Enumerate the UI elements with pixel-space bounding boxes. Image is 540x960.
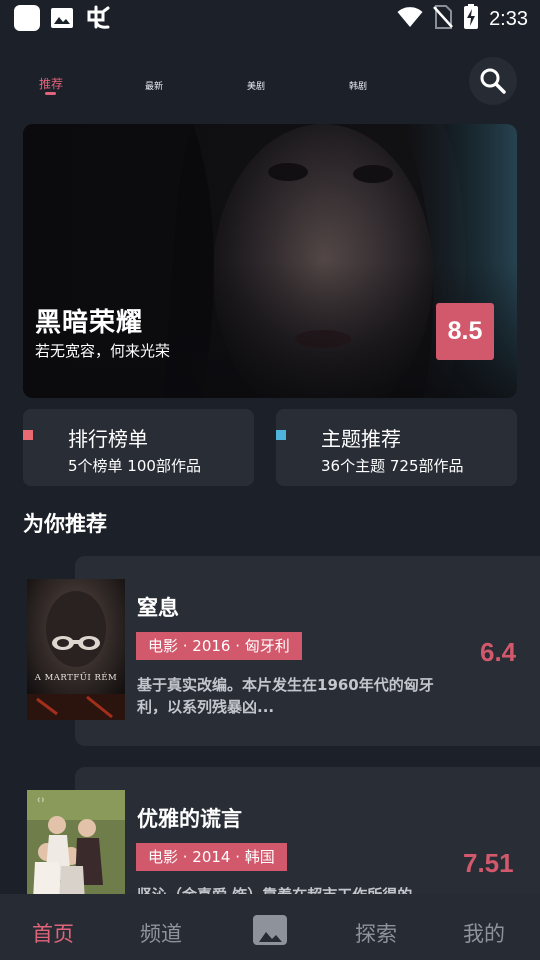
movie-description: 坚沁（金喜爱 饰）靠着在超市工作所得的 [137, 884, 457, 894]
tab-latest[interactable]: 最新 [145, 79, 163, 92]
status-bar: 2:33 [0, 0, 540, 36]
play-center-icon [253, 915, 287, 945]
ranking-title: 排行榜单 [68, 427, 148, 451]
movie-poster[interactable]: A MARTFŰI RÉM [27, 579, 125, 720]
ranking-marker [23, 430, 33, 440]
movie-poster[interactable]: 《 》 [27, 790, 125, 894]
theme-title: 主题推荐 [321, 427, 401, 451]
movie-title: 窒息 [137, 596, 179, 620]
image-icon [50, 7, 74, 29]
theme-subtitle: 36个主题 725部作品 [321, 457, 464, 475]
movie-tag: 电影 · 2016 · 匈牙利 [136, 632, 302, 660]
section-title: 为你推荐 [23, 512, 107, 536]
wifi-icon [397, 6, 423, 32]
theme-recommend-card[interactable]: 主题推荐 36个主题 725部作品 [276, 409, 517, 486]
svg-text:《 》: 《 》 [35, 798, 47, 804]
movie-description: 基于真实改编。本片发生在1960年代的匈牙利，以系列残暴凶... [137, 676, 434, 716]
no-sim-icon [433, 5, 453, 33]
app-square-icon [14, 5, 40, 31]
tab-active-indicator [45, 92, 56, 95]
nav-channel[interactable]: 频道 [140, 918, 182, 948]
bottom-navigation: 首页 频道 探索 我的 [0, 894, 540, 960]
play-center-button[interactable] [252, 914, 288, 948]
ranking-subtitle: 5个榜单 100部作品 [68, 457, 201, 475]
hero-score-badge: 8.5 [436, 303, 494, 360]
nav-explore[interactable]: 探索 [355, 918, 397, 948]
nav-home[interactable]: 首页 [32, 918, 74, 948]
search-button[interactable] [469, 57, 517, 105]
hero-subtitle: 若无宽容，何来光荣 [35, 342, 171, 360]
hero-banner[interactable]: 黑暗荣耀 若无宽容，何来光荣 8.5 [23, 124, 517, 398]
search-icon [480, 68, 506, 94]
ranking-list-card[interactable]: 排行榜单 5个榜单 100部作品 [23, 409, 254, 486]
theme-marker [276, 430, 286, 440]
movie-title: 优雅的谎言 [137, 807, 242, 831]
hero-title: 黑暗荣耀 [35, 308, 144, 338]
status-time: 2:33 [489, 7, 528, 30]
movie-score: 6.4 [480, 637, 517, 667]
battery-charging-icon [463, 4, 479, 34]
tab-us-drama[interactable]: 美剧 [247, 79, 265, 92]
tab-korean-drama[interactable]: 韩剧 [349, 79, 367, 92]
movie-score: 7.51 [463, 848, 514, 878]
tab-recommend[interactable]: 推荐 [39, 75, 63, 92]
movie-tag: 电影 · 2014 · 韩国 [136, 843, 287, 871]
nav-profile[interactable]: 我的 [463, 918, 505, 948]
bug-app-icon [84, 5, 112, 31]
